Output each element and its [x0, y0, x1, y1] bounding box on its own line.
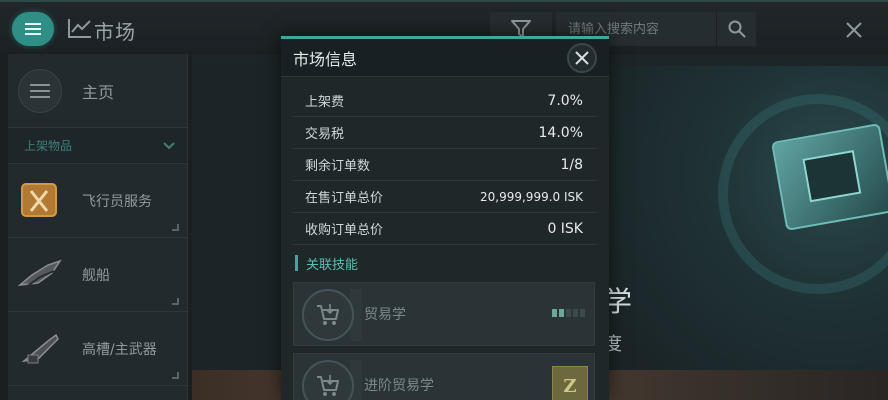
info-row-listing-fee: 上架费 7.0%: [293, 85, 597, 117]
info-key: 上架费: [305, 95, 345, 110]
expand-corner-icon: [172, 298, 179, 305]
sidebar-item-ships[interactable]: 舰船: [8, 238, 187, 312]
sidebar-item-home[interactable]: 主页: [8, 54, 187, 128]
skill-card-trade[interactable]: 贸易学: [293, 282, 595, 346]
info-row-transaction-tax: 交易税 14.0%: [293, 117, 597, 149]
dialog-header: 市场信息: [281, 39, 609, 77]
skill-name: 贸易学: [364, 307, 406, 323]
microchip-icon: [771, 123, 888, 231]
sidebar-item-high-slot-weapons[interactable]: 高槽/主武器: [8, 312, 187, 386]
shopping-cart-icon: [302, 289, 354, 341]
info-value: 7.0%: [547, 92, 583, 109]
ship-icon: [18, 255, 62, 295]
search-icon: [728, 20, 746, 38]
main-menu-button[interactable]: [12, 12, 54, 46]
skill-name: 进阶贸易学: [364, 378, 434, 394]
info-key: 剩余订单数: [305, 159, 371, 174]
home-menu-icon-frame: [18, 68, 62, 113]
page-title: 市场: [94, 20, 136, 44]
chevron-down-icon: [163, 141, 175, 149]
sidebar-home-label: 主页: [82, 82, 115, 102]
trend-chart-icon: [68, 19, 91, 38]
pilot-services-icon: [18, 181, 62, 221]
info-row-remaining-orders: 剩余订单数 1/8: [293, 149, 597, 181]
info-row-sell-orders-total: 在售订单总价 20,999,999.0 ISK: [293, 181, 597, 213]
sidebar-item-pilot-services[interactable]: 飞行员服务: [8, 164, 187, 238]
info-key: 在售订单总价: [305, 191, 384, 206]
info-row-buy-orders-total: 收购订单总价 0 ISK: [293, 213, 597, 245]
list-icon: [30, 83, 50, 98]
close-icon: [575, 50, 589, 65]
info-value: 1/8: [560, 156, 583, 173]
market-info-dialog: 市场信息 上架费 7.0% 交易税 14.0% 剩余订单数 1/8 在售订单总价…: [281, 36, 609, 400]
dialog-title: 市场信息: [293, 49, 358, 69]
skill-card-advanced-trade[interactable]: 进阶贸易学 Z: [293, 353, 595, 400]
related-skills-heading: 关联技能: [295, 255, 609, 273]
sidebar-item-label: 飞行员服务: [82, 193, 152, 210]
market-info-list: 上架费 7.0% 交易税 14.0% 剩余订单数 1/8 在售订单总价 20,9…: [281, 77, 609, 245]
expand-corner-icon: [172, 372, 179, 379]
info-key: 收购订单总价: [305, 223, 384, 238]
info-value: 14.0%: [538, 124, 583, 141]
shopping-cart-icon: [302, 360, 354, 400]
menu-icon: [25, 23, 41, 35]
dialog-close-button[interactable]: [567, 42, 597, 73]
info-value: 20,999,999.0 ISK: [480, 189, 583, 204]
sidebar-item-label: 舰船: [82, 267, 110, 284]
sidebar: 主页 上架物品 飞行员服务 舰船 高槽/主武器: [8, 54, 188, 400]
skill-book-badge: Z: [552, 366, 588, 400]
search-button[interactable]: [716, 12, 756, 46]
info-key: 交易税: [305, 127, 345, 142]
expand-corner-icon: [172, 224, 179, 231]
info-value: 0 ISK: [547, 220, 583, 237]
close-icon: [846, 22, 862, 38]
sidebar-section-label: 上架物品: [24, 139, 73, 153]
weapon-icon: [18, 329, 62, 369]
close-market-button[interactable]: [840, 16, 868, 44]
sidebar-section-listed-items[interactable]: 上架物品: [8, 128, 187, 164]
skill-level-indicator: [552, 309, 585, 317]
sidebar-item-label: 高槽/主武器: [82, 341, 157, 358]
